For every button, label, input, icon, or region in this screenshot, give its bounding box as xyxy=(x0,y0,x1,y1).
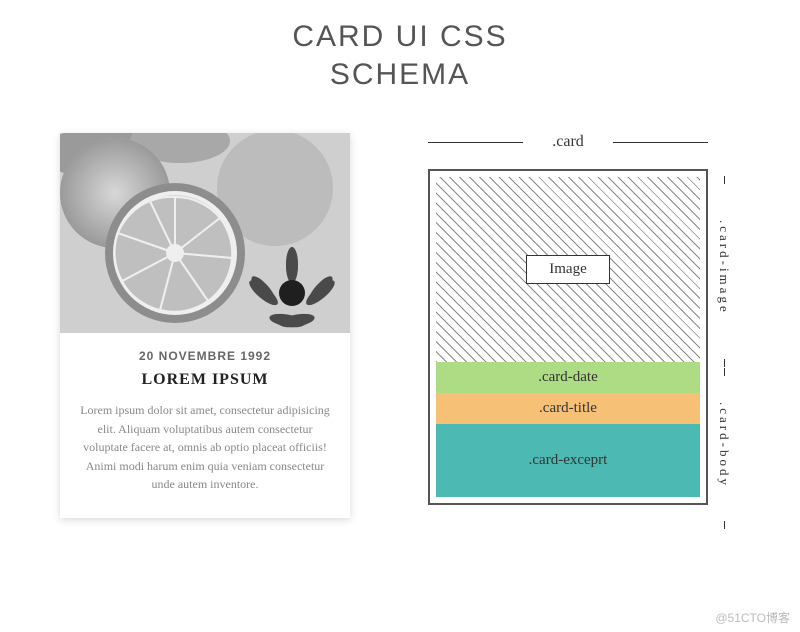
schema-diagram: .card .card-image .card-body Image .card… xyxy=(428,133,740,505)
card-image xyxy=(60,133,350,333)
schema-image-region: Image xyxy=(436,177,700,362)
heading-line-1: CARD UI CSS xyxy=(292,20,507,53)
example-card: 20 NOVEMBRE 1992 LOREM IPSUM Lorem ipsum… xyxy=(60,133,350,518)
card-date: 20 NOVEMBRE 1992 xyxy=(78,349,332,363)
orange-photo-icon xyxy=(60,133,350,333)
page-heading: CARD UI CSS SCHEMA xyxy=(0,18,800,93)
card-title: LOREM IPSUM xyxy=(78,371,332,389)
schema-title-region: .card-title xyxy=(436,393,700,424)
schema-side-image-label: .card-image xyxy=(716,175,732,360)
schema-card-label: .card xyxy=(428,133,708,151)
content-row: 20 NOVEMBRE 1992 LOREM IPSUM Lorem ipsum… xyxy=(0,93,800,518)
card-body: 20 NOVEMBRE 1992 LOREM IPSUM Lorem ipsum… xyxy=(60,333,350,518)
schema-date-region: .card-date xyxy=(436,362,700,393)
heading-line-2: SCHEMA xyxy=(330,58,470,91)
schema-box: Image .card-date .card-title .card-excep… xyxy=(428,169,708,505)
schema-side-body-label: .card-body xyxy=(716,367,732,522)
card-excerpt: Lorem ipsum dolor sit amet, consectetur … xyxy=(78,401,332,494)
schema-excerpt-region: .card-exceprt xyxy=(436,424,700,497)
watermark: @51CTO博客 xyxy=(715,609,790,626)
schema-image-label: Image xyxy=(526,255,609,284)
